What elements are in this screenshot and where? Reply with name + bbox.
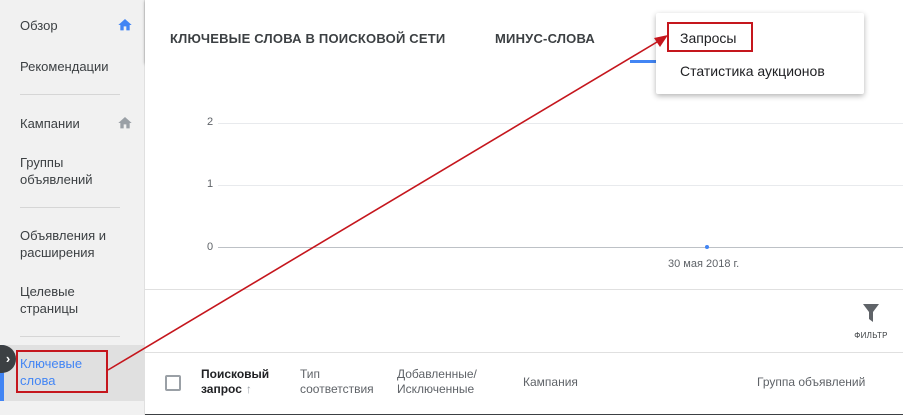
column-header-ad-group[interactable]: Группа объявлений [757,375,865,390]
annotation-highlight-keywords [16,350,108,393]
y-tick-label: 1 [207,178,214,190]
grid-line [218,123,903,124]
x-tick-label: 30 мая 2018 г. [668,258,740,270]
tab-search-keywords[interactable]: КЛЮЧЕВЫЕ СЛОВА В ПОИСКОВОЙ СЕТИ [170,31,445,46]
column-header-campaign[interactable]: Кампания [523,375,578,390]
sidebar-item-landing-pages[interactable]: Целевые страницы [0,283,110,317]
column-header-search-term[interactable]: Поисковый запрос ↑ [201,367,281,397]
sidebar-item-ads-extensions[interactable]: Объявления и расширения [0,227,125,261]
performance-chart: 2 1 0 30 мая 2018 г. [145,63,903,289]
sidebar-item-label: Целевые страницы [20,284,79,316]
home-icon [118,19,132,31]
filter-button[interactable]: ФИЛЬТР [853,304,889,340]
sidebar-divider [20,207,120,208]
sidebar-item-label: Рекомендации [20,59,109,74]
filter-icon [863,304,879,322]
sidebar-divider [20,336,120,337]
column-header-added-excluded[interactable]: Добавленные/ Исключенные [397,367,492,397]
select-all-checkbox[interactable] [165,375,181,391]
grid-line [218,185,903,186]
sidebar-item-label: Объявления и расширения [20,228,107,260]
column-header-match-type[interactable]: Тип соответствия [300,367,385,397]
sidebar-item-campaigns[interactable]: Кампании [0,115,145,132]
data-point [705,245,709,249]
annotation-highlight-search-terms [667,22,753,52]
home-icon [118,117,132,129]
column-header-label: Поисковый запрос [201,367,270,396]
sort-arrow-icon: ↑ [245,382,252,396]
sidebar-divider [20,94,120,95]
tab-negative-keywords[interactable]: МИНУС-СЛОВА [495,31,595,46]
x-axis-baseline [218,247,903,248]
sidebar-item-label: Обзор [20,18,58,33]
y-tick-label: 0 [207,241,214,253]
y-tick-label: 2 [207,116,214,128]
sidebar-item-label: Кампании [20,116,80,131]
table-header: Поисковый запрос ↑ Тип соответствия Добав… [145,353,903,415]
sidebar-item-ad-groups[interactable]: Группы объявлений [0,154,120,188]
sidebar-item-overview[interactable]: Обзор [0,17,145,34]
sidebar-item-recommendations[interactable]: Рекомендации [0,58,145,75]
chevron-right-icon: › [5,351,11,366]
sidebar-item-label: Группы объявлений [20,155,93,187]
filter-label: ФИЛЬТР [854,331,888,340]
menu-item-auction-insights[interactable]: Статистика аукционов [680,63,825,79]
filter-toolbar: ФИЛЬТР [145,289,903,353]
